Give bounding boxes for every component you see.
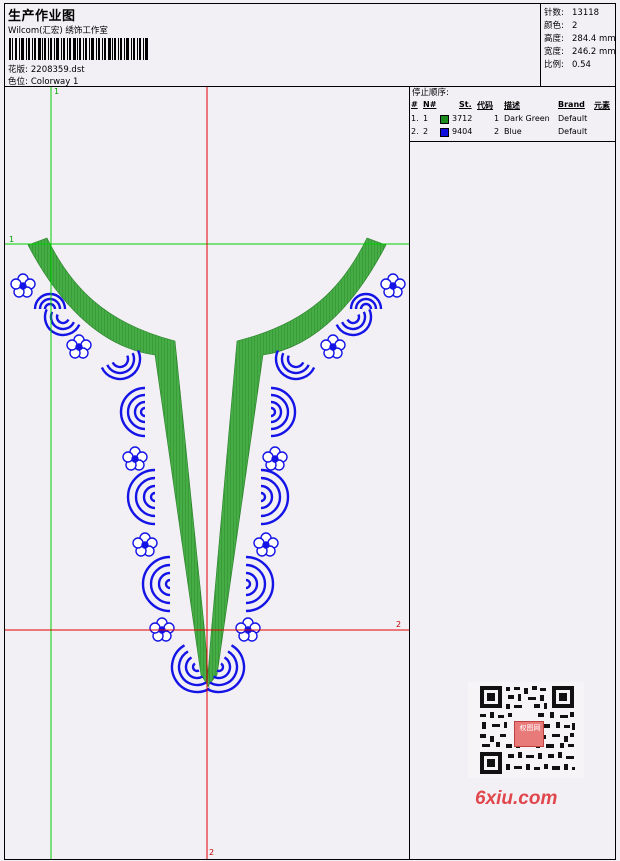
header-info: 生产作业图 Wilcom(汇宏) 绣饰工作室 花版: 2208359.dst 色… bbox=[5, 4, 541, 87]
page-title: 生产作业图 bbox=[8, 9, 76, 24]
header-panel: 生产作业图 Wilcom(汇宏) 绣饰工作室 花版: 2208359.dst 色… bbox=[4, 3, 616, 87]
stat-height: 高度: 284.4 mm bbox=[544, 32, 616, 44]
stitches-label: 针数: bbox=[544, 8, 564, 18]
design-row: 花版: 2208359.dst bbox=[8, 63, 85, 75]
software-subtitle: Wilcom(汇宏) 绣饰工作室 bbox=[8, 26, 108, 36]
colorway-label: 色位: bbox=[8, 77, 28, 87]
colorway-value: Colorway 1 bbox=[30, 77, 79, 87]
col-brand: Brand bbox=[558, 100, 585, 109]
stat-stitches: 针数: 13118 bbox=[544, 6, 599, 18]
col-element: 元素 bbox=[594, 101, 610, 110]
row-index: 1. bbox=[411, 114, 419, 123]
table-row[interactable]: 1. 1 3712 1 Dark Green Default bbox=[410, 114, 615, 127]
col-index: # bbox=[411, 100, 418, 109]
design-value: 2208359.dst bbox=[30, 65, 85, 75]
stat-scale: 比例: 0.54 bbox=[544, 58, 591, 70]
row-number: 1 bbox=[423, 114, 429, 123]
guide-marker-1-top: 1 bbox=[54, 87, 60, 96]
row-stitches: 3712 bbox=[452, 114, 473, 123]
stamp-seal: 权图网 bbox=[514, 721, 544, 747]
scale-value: 0.54 bbox=[572, 60, 591, 70]
color-swatch bbox=[440, 115, 449, 124]
guide-marker-1-left: 1 bbox=[9, 235, 15, 244]
production-sheet: 生产作业图 Wilcom(汇宏) 绣饰工作室 花版: 2208359.dst 色… bbox=[0, 0, 620, 861]
col-code: 代码 bbox=[477, 101, 493, 110]
height-label: 高度: bbox=[544, 34, 564, 44]
stamp-text: 权图网 bbox=[519, 724, 541, 732]
col-stitches: St. bbox=[459, 100, 472, 109]
colors-label: 颜色: bbox=[544, 21, 564, 31]
watermark-text: 6xiu.com bbox=[475, 788, 558, 809]
embroidery-preview bbox=[5, 87, 409, 859]
row-description: Dark Green bbox=[504, 114, 550, 123]
row-number: 2 bbox=[423, 127, 429, 136]
design-canvas[interactable]: 1 1 2 2 bbox=[4, 87, 410, 860]
blue-flowers bbox=[10, 273, 406, 642]
row-description: Blue bbox=[504, 127, 522, 136]
row-code: 1 bbox=[494, 114, 500, 123]
guide-marker-2-bottom: 2 bbox=[209, 848, 215, 857]
stitches-value: 13118 bbox=[572, 8, 600, 18]
row-stitches: 9404 bbox=[452, 127, 473, 136]
colors-value: 2 bbox=[572, 21, 578, 31]
stat-colors: 颜色: 2 bbox=[544, 19, 577, 31]
stop-sequence-heading: 停止顺序: bbox=[412, 88, 449, 98]
scale-label: 比例: bbox=[544, 60, 564, 70]
row-index: 2. bbox=[411, 127, 419, 136]
stats-panel: 针数: 13118 颜色: 2 高度: 284.4 mm 宽度: 246.2 mm 比例… bbox=[542, 4, 616, 86]
width-value: 246.2 mm bbox=[572, 47, 616, 57]
row-code: 2 bbox=[494, 127, 500, 136]
design-label: 花版: bbox=[8, 65, 28, 75]
table-row[interactable]: 2. 2 9404 2 Blue Default bbox=[410, 127, 615, 140]
height-value: 284.4 mm bbox=[572, 34, 616, 44]
stop-sequence-table: # N# St. 代码 描述 Brand 元素 1. 1 3712 1 Dark… bbox=[410, 100, 615, 142]
row-brand: Default bbox=[558, 114, 588, 123]
color-swatch bbox=[440, 128, 449, 137]
guide-marker-2-right: 2 bbox=[396, 620, 402, 629]
barcode-icon bbox=[9, 38, 148, 60]
col-number: N# bbox=[423, 100, 437, 109]
colorway-row: 色位: Colorway 1 bbox=[8, 75, 78, 87]
stat-width: 宽度: 246.2 mm bbox=[544, 45, 616, 57]
row-brand: Default bbox=[558, 127, 588, 136]
col-description: 描述 bbox=[504, 101, 520, 110]
width-label: 宽度: bbox=[544, 47, 564, 57]
